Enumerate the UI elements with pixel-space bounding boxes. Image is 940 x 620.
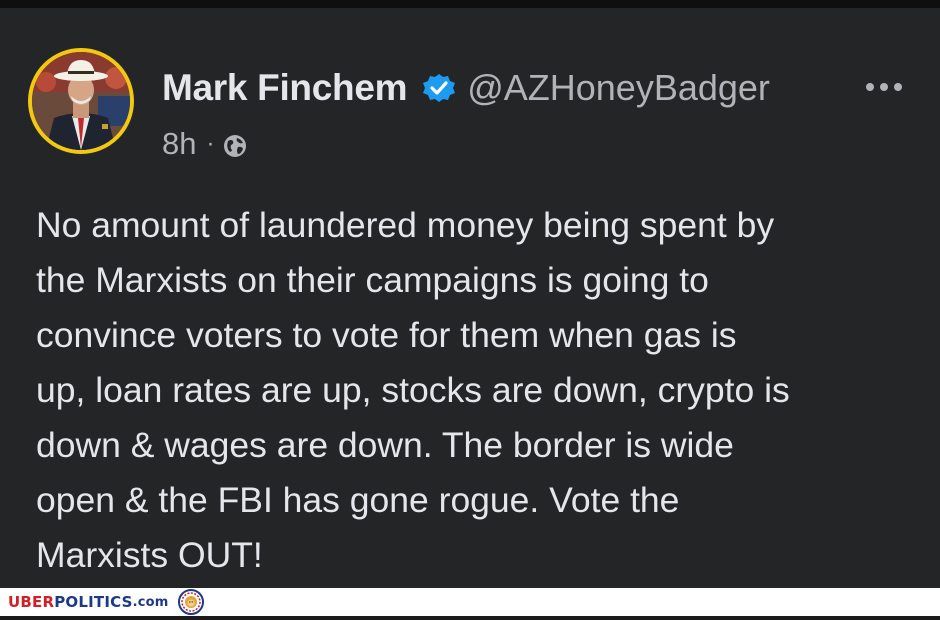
verified-badge-icon xyxy=(421,70,457,106)
top-edge xyxy=(0,0,940,8)
watermark-politics: POLITICS xyxy=(54,593,133,611)
more-options-icon[interactable] xyxy=(862,75,906,99)
watermark-bar: UBER POLITICS .com xyxy=(0,588,940,616)
lion-logo-icon xyxy=(177,588,205,616)
author-handle[interactable]: @AZHoneyBadger xyxy=(467,67,770,109)
post-header: Mark Finchem @AZHoneyBadger xyxy=(162,66,770,110)
author-name[interactable]: Mark Finchem xyxy=(162,67,408,109)
watermark-domain: .com xyxy=(132,594,169,610)
meta-separator: · xyxy=(206,130,215,157)
post-text: No amount of laundered money being spent… xyxy=(36,205,790,575)
watermark: UBER POLITICS .com xyxy=(8,588,205,616)
post-meta: 8h · xyxy=(162,124,248,164)
avatar-photo xyxy=(32,52,130,150)
post-time[interactable]: 8h xyxy=(162,126,196,162)
post-card: Mark Finchem @AZHoneyBadger 8h · No amou… xyxy=(0,8,940,588)
avatar[interactable] xyxy=(28,48,134,154)
globe-icon xyxy=(222,131,248,157)
watermark-uber: UBER xyxy=(8,593,55,611)
